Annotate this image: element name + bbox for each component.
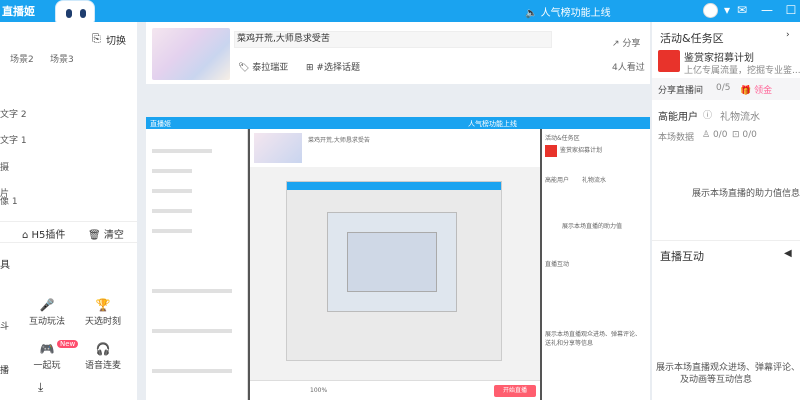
topic-tag[interactable]: ⊞ #选择话题: [302, 61, 364, 76]
reward-link[interactable]: 🎁 领金: [740, 83, 772, 96]
headset-icon: 🎧: [95, 342, 111, 356]
scene-panel: ⎘ 切换 场景2 场景3 文字 2 文字 1 摄 片 像 1 ⌂ H5插件 🗑 …: [0, 22, 137, 400]
cut-label: 斗: [0, 322, 10, 332]
preview-activity-title: 活动&任务区: [545, 135, 580, 142]
tab-energy-users[interactable]: 高能用户: [658, 108, 698, 123]
activity-title: 活动&任务区: [660, 32, 724, 45]
preview-tab-1: 高能用户: [545, 177, 570, 184]
preview-canvas: 菜鸡开荒,大师恳求受苦 100% 开始直播: [250, 129, 540, 400]
preview-right-panel: 活动&任务区 鉴赏家招募计划 高能用户 礼物流水 展示本场直播的助力值 直播互动…: [542, 129, 650, 400]
popout-icon[interactable]: ◀: [784, 248, 792, 259]
switch-button[interactable]: 切换: [106, 32, 126, 47]
info-icon[interactable]: ⓘ: [703, 108, 712, 121]
source-toolbar: ⌂ H5插件 🗑 清空: [0, 221, 137, 243]
preview-room-title: 菜鸡开荒,大师恳求受苦: [308, 137, 370, 144]
preview-interact: 直播互动: [545, 261, 570, 268]
source-item[interactable]: 像 1: [0, 194, 18, 207]
tab-scene-2[interactable]: 场景2: [10, 52, 34, 65]
source-item[interactable]: 摄: [0, 160, 9, 173]
download-icon[interactable]: ⤓: [38, 380, 43, 395]
stats-label: 本场数据: [658, 133, 695, 143]
gamepad-icon: 🎮: [39, 342, 55, 356]
preview-room-info: 菜鸡开荒,大师恳求受苦: [250, 129, 540, 167]
scene-header: ⎘ 切换: [0, 28, 137, 48]
clear-button[interactable]: 🗑 清空: [88, 226, 124, 241]
lucky-time-button[interactable]: 🏆 天选时刻: [80, 298, 126, 327]
voice-link-button[interactable]: 🎧 语音连麦: [80, 342, 126, 371]
preview-empty-1: 展示本场直播的助力值: [562, 223, 623, 230]
interact-title: 直播互动: [660, 250, 704, 263]
tab-gift-flow[interactable]: 礼物流水: [720, 108, 760, 123]
preview-tab-2: 礼物流水: [582, 177, 607, 184]
preview-start-button: 开始直播: [494, 385, 536, 397]
cut-label: 播: [0, 366, 10, 376]
interact-empty-text-2: 及动画等互动信息: [680, 375, 753, 385]
minimize-icon[interactable]: —: [760, 3, 774, 17]
banner-subtitle: 上亿专属流量，挖掘专业鉴...: [684, 66, 800, 76]
top-bar: 直播姬 🔈 人气榜功能上线 ▾ ✉ — ☐: [0, 0, 800, 24]
h5-plugin-button[interactable]: ⌂ H5插件: [22, 226, 65, 241]
preview-logo: 直播姬: [150, 120, 171, 128]
source-item[interactable]: 文字 2: [0, 107, 27, 120]
room-title-input[interactable]: 菜鸡开荒,大师恳求受苦: [234, 31, 552, 48]
share-room-row[interactable]: 分享直播间 0/5 🎁 领金: [652, 78, 800, 100]
room-info: 菜鸡开荒,大师恳求受苦 🏷 泰拉瑞亚 ⊞ #选择话题 ↗ 分享 4人看过: [146, 22, 650, 84]
mic-icon: 🎤: [39, 298, 55, 312]
preview-banner: 鉴赏家招募计划: [560, 147, 603, 154]
maximize-icon[interactable]: ☐: [784, 3, 798, 17]
nested-preview: [286, 181, 502, 361]
activity-panel: 活动&任务区 › 鉴赏家招募计划 上亿专属流量，挖掘专业鉴... 分享直播间 0…: [652, 22, 800, 400]
trophy-icon: 🏆: [95, 298, 111, 312]
share-room-count: 0/5: [716, 83, 731, 93]
banner-title: 鉴赏家招募计划: [684, 53, 754, 64]
share-button[interactable]: ↗ 分享: [612, 36, 640, 49]
app-logo: 直播姬: [2, 5, 35, 18]
watch-count: 4人看过: [612, 63, 645, 73]
preview-stage[interactable]: 直播姬 人气榜功能上线 菜鸡开荒,大师恳求受苦 100% 开始直播 活动&任务区…: [146, 117, 650, 400]
preview-volume: 100%: [310, 387, 328, 394]
tools-section-title: 具: [0, 260, 10, 271]
announcement-link[interactable]: 🔈 人气榜功能上线: [525, 4, 611, 19]
banner-image: [658, 50, 680, 72]
stats-value: ♙ 0/0: [702, 130, 728, 140]
share-room-label: 分享直播间: [658, 86, 704, 96]
switch-icon[interactable]: ⎘: [92, 32, 101, 46]
mascot-icon: [55, 0, 95, 24]
preview-empty-2: 展示本场直播观众进场、弹幕评论、送礼和分享等信息: [545, 331, 642, 347]
preview-left-panel: [146, 129, 248, 400]
source-item[interactable]: 文字 1: [0, 133, 27, 146]
play-together-button[interactable]: 🎮 一起玩: [24, 342, 70, 371]
chevron-down-icon[interactable]: ▾: [720, 3, 734, 17]
mail-icon[interactable]: ✉: [735, 3, 749, 17]
preview-controls: 100% 开始直播: [250, 380, 540, 400]
stats-value: ⊡ 0/0: [732, 130, 757, 140]
interactive-play-button[interactable]: 🎤 互动玩法: [24, 298, 70, 327]
more-icon[interactable]: ›: [786, 30, 790, 40]
preview-titlebar: 直播姬 人气榜功能上线: [146, 117, 650, 129]
avatar[interactable]: [703, 3, 718, 18]
room-cover[interactable]: [152, 28, 230, 80]
preview-notice: 人气榜功能上线: [468, 120, 517, 128]
energy-empty-text: 展示本场直播的助力值信息: [691, 189, 800, 199]
tab-scene-3[interactable]: 场景3: [50, 52, 74, 65]
game-category[interactable]: 🏷 泰拉瑞亚: [234, 61, 292, 76]
main-area: 菜鸡开荒,大师恳求受苦 🏷 泰拉瑞亚 ⊞ #选择话题 ↗ 分享 4人看过 直播姬…: [146, 22, 650, 400]
